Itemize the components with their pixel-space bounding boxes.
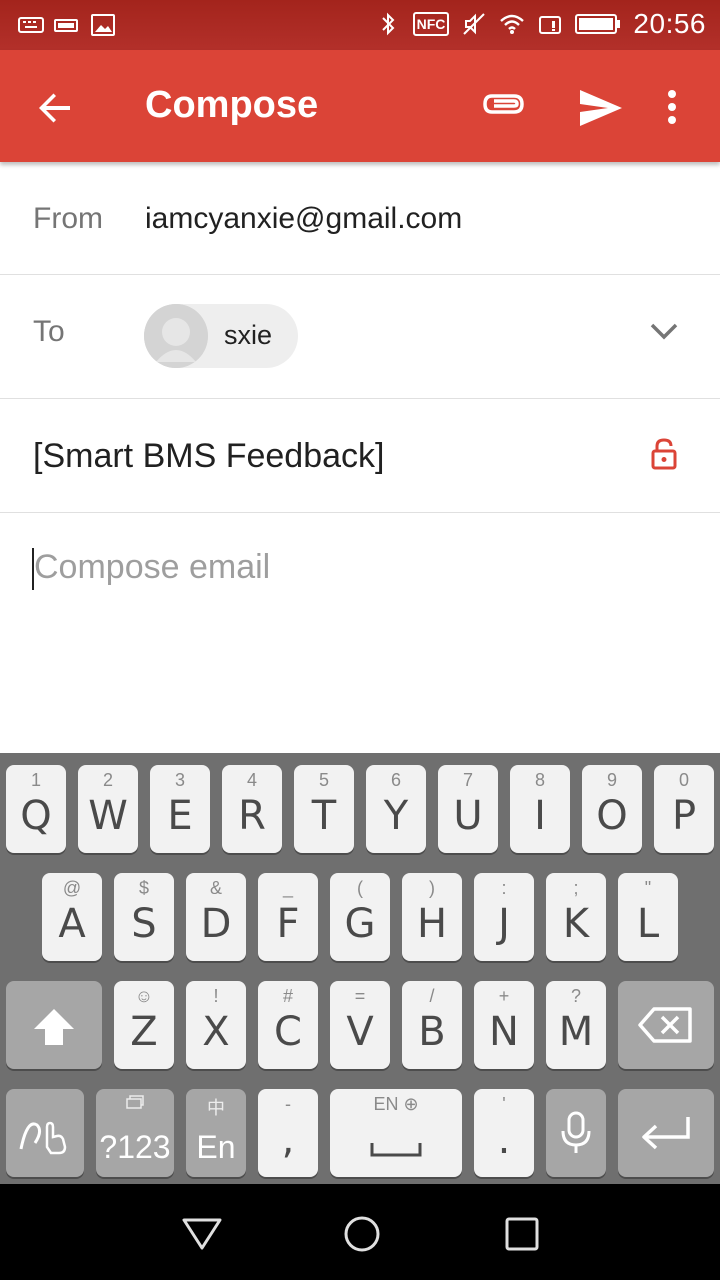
from-label: From: [33, 202, 103, 235]
microphone-icon: [561, 1111, 591, 1153]
recipient-name: sxie: [224, 320, 273, 350]
subject-row[interactable]: [Smart BMS Feedback]: [0, 399, 720, 513]
mute-icon: [463, 13, 486, 35]
swipe-gesture-icon: [19, 1121, 67, 1155]
app-bar: Compose: [0, 50, 720, 162]
key-n[interactable]: + N: [474, 981, 534, 1069]
enter-key[interactable]: [618, 1089, 714, 1177]
sim-alert-icon: [539, 16, 562, 34]
subject-field[interactable]: [Smart BMS Feedback]: [33, 437, 384, 476]
space-bar-icon: [370, 1143, 422, 1157]
key-u[interactable]: 7U: [438, 765, 498, 853]
page-title: Compose: [145, 84, 319, 126]
avatar: [144, 304, 208, 368]
key-w[interactable]: 2W: [78, 765, 138, 853]
voice-input-key[interactable]: [546, 1089, 606, 1177]
navigation-bar: [0, 1184, 720, 1280]
to-label: To: [33, 315, 65, 348]
wifi-icon: [500, 14, 525, 34]
backspace-key[interactable]: [618, 981, 714, 1069]
key-t[interactable]: 5T: [294, 765, 354, 853]
language-key[interactable]: 中 En: [186, 1089, 246, 1177]
key-z[interactable]: ☺ Z: [114, 981, 174, 1069]
key-m[interactable]: ? M: [546, 981, 606, 1069]
home-circle-icon[interactable]: [340, 1214, 384, 1254]
clock: 20:56: [633, 8, 706, 39]
default-avatar-icon: [144, 304, 208, 368]
nfc-icon: NFC: [412, 12, 450, 36]
key-j[interactable]: :J: [474, 873, 534, 961]
symbols-key[interactable]: ?123: [96, 1089, 174, 1177]
swipe-mode-key[interactable]: [6, 1089, 84, 1177]
key-v[interactable]: = V: [330, 981, 390, 1069]
key-c[interactable]: # C: [258, 981, 318, 1069]
key-x[interactable]: ! X: [186, 981, 246, 1069]
from-row[interactable]: From iamcyanxie@gmail.com: [0, 162, 720, 275]
back-arrow-icon[interactable]: [32, 84, 80, 132]
key-a[interactable]: @ A: [42, 873, 102, 961]
key-g[interactable]: (G: [330, 873, 390, 961]
key-e[interactable]: 3E: [150, 765, 210, 853]
attachment-icon[interactable]: [480, 88, 528, 128]
key-p[interactable]: 0P: [654, 765, 714, 853]
shift-icon: [34, 1009, 74, 1045]
from-account[interactable]: iamcyanxie@gmail.com: [145, 202, 462, 236]
compose-body-placeholder: Compose email: [34, 548, 271, 586]
comma-key[interactable]: - ,: [258, 1089, 318, 1177]
keyboard-icon: [18, 17, 44, 33]
bluetooth-icon: [381, 12, 395, 36]
key-y[interactable]: 6Y: [366, 765, 426, 853]
soft-keyboard: 1Q 2W 3E 4R 5T 6Y 7U 8I 9O 0P @ A $ S & D _…: [0, 753, 720, 1184]
space-key[interactable]: EN ⊕: [330, 1089, 462, 1177]
lock-open-icon[interactable]: [650, 437, 678, 471]
backspace-icon: [638, 1007, 692, 1043]
shift-key[interactable]: [6, 981, 102, 1069]
key-s[interactable]: $ S: [114, 873, 174, 961]
key-b[interactable]: / B: [402, 981, 462, 1069]
key-r[interactable]: 4R: [222, 765, 282, 853]
status-bar: NFC 20:56: [0, 0, 720, 50]
battery-small-icon: [54, 19, 78, 32]
key-d[interactable]: & D: [186, 873, 246, 961]
clipboard-icon: [126, 1095, 144, 1109]
recents-square-icon[interactable]: [500, 1214, 544, 1254]
back-triangle-icon[interactable]: [180, 1214, 224, 1254]
image-icon: [91, 14, 115, 36]
period-key[interactable]: ' .: [474, 1089, 534, 1177]
enter-icon: [642, 1117, 690, 1150]
chevron-down-icon[interactable]: [648, 319, 680, 343]
key-h[interactable]: ) H: [402, 873, 462, 961]
to-row[interactable]: To sxie: [0, 275, 720, 399]
key-k[interactable]: ; K: [546, 873, 606, 961]
key-i[interactable]: 8I: [510, 765, 570, 853]
key-f[interactable]: _ F: [258, 873, 318, 961]
more-vert-icon[interactable]: [656, 84, 688, 132]
key-o[interactable]: 9O: [582, 765, 642, 853]
recipient-chip[interactable]: sxie: [144, 304, 298, 368]
key-l[interactable]: " L: [618, 873, 678, 961]
send-icon[interactable]: [576, 84, 624, 132]
key-q[interactable]: 1Q: [6, 765, 66, 853]
battery-icon: [575, 14, 621, 34]
